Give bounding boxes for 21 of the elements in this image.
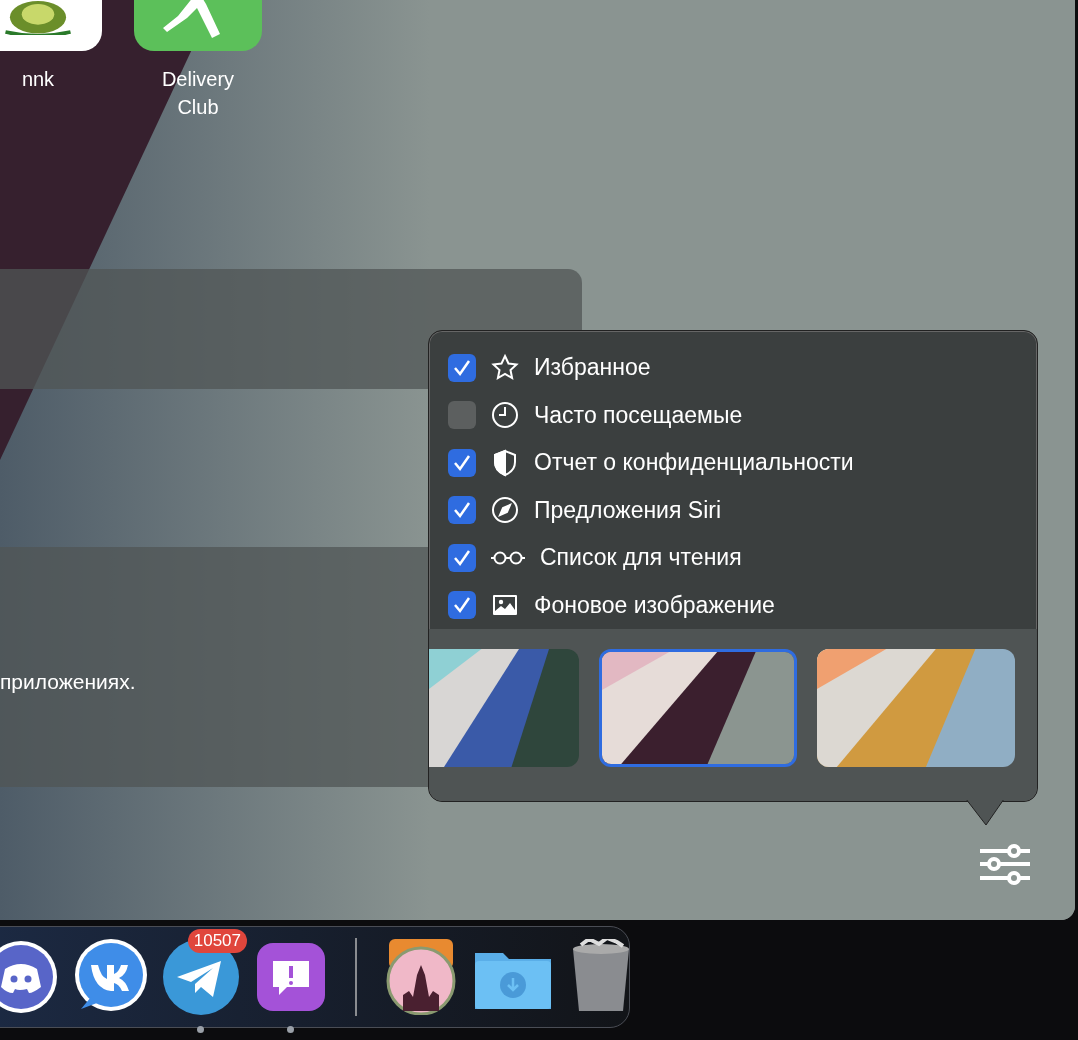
checkbox[interactable] — [448, 591, 476, 620]
checkbox[interactable] — [448, 448, 476, 477]
option-label: Часто посещаемые — [534, 401, 743, 429]
clock-icon — [490, 400, 520, 431]
compass-icon — [490, 495, 520, 526]
privacy-report-text: приложениях. — [0, 670, 136, 694]
site-label: nnk — [21, 67, 55, 92]
notification-badge: 10507 — [187, 929, 247, 953]
wallpaper-option[interactable] — [429, 649, 579, 767]
option-label: Избранное — [534, 354, 651, 382]
checkbox[interactable] — [448, 353, 476, 382]
checkbox[interactable] — [448, 401, 476, 430]
option-label: Отчет о конфиденциальности — [534, 449, 854, 477]
settings-sliders-icon[interactable] — [978, 842, 1032, 888]
checkbox[interactable] — [448, 543, 476, 572]
checkbox[interactable] — [448, 496, 476, 525]
wallpaper-option[interactable] — [599, 649, 797, 767]
discord-icon[interactable] — [0, 939, 59, 1015]
option-label: Фоновое изображение — [534, 591, 775, 619]
option-label: Список для чтения — [540, 544, 742, 572]
option-label: Предложения Siri — [534, 496, 722, 524]
